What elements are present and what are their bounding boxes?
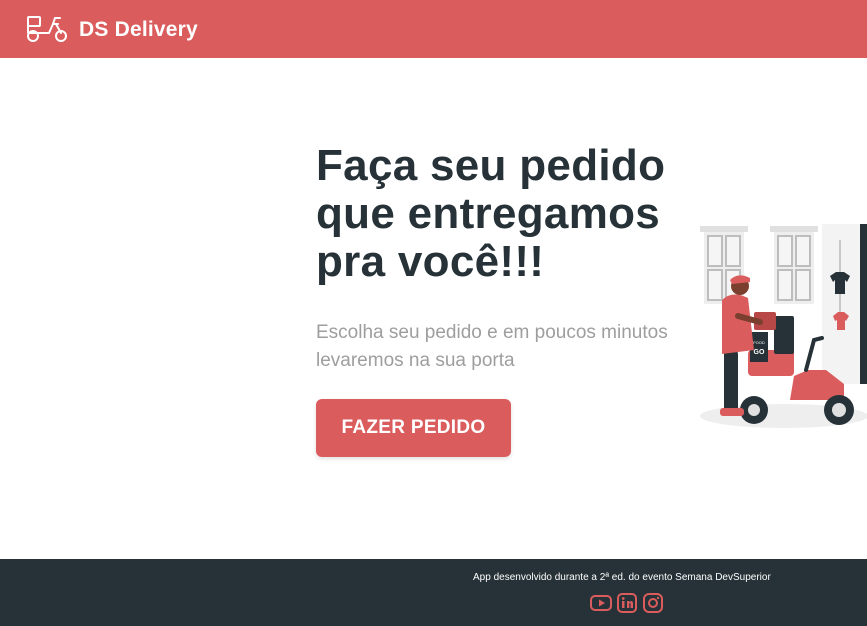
hero-subtitle: Escolha seu pedido e em poucos minutos l… — [316, 322, 668, 371]
order-button[interactable]: FAZER PEDIDO — [316, 399, 511, 457]
hero-title: Faça seu pedido que entregamos pra você!… — [316, 141, 666, 286]
brand-link[interactable]: DS Delivery — [79, 17, 198, 43]
svg-text:FOOD: FOOD — [753, 340, 765, 345]
scooter-icon[interactable] — [25, 14, 67, 44]
svg-text:GO: GO — [754, 349, 765, 356]
instagram-icon[interactable] — [642, 593, 664, 613]
footer: App desenvolvido durante a 2ª ed. do eve… — [0, 559, 867, 626]
linkedin-icon[interactable] — [616, 593, 638, 613]
social-links — [590, 593, 664, 613]
footer-credits: App desenvolvido durante a 2ª ed. do eve… — [473, 572, 771, 583]
navbar: DS Delivery — [0, 0, 867, 58]
youtube-icon[interactable] — [590, 593, 612, 613]
delivery-scooter-illustration: FOOD GO — [696, 224, 867, 428]
